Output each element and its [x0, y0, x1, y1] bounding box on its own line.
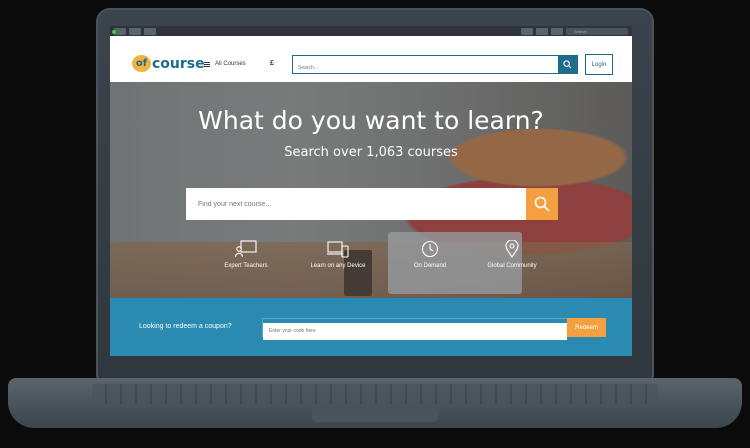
website-screen: of course All Courses £ Login What do yo…	[110, 36, 632, 356]
teacher-icon	[235, 240, 257, 258]
feature-expert-teachers: Expert Teachers	[204, 240, 288, 269]
search-icon	[563, 60, 572, 69]
hero-subtitle: Search over 1,063 courses	[284, 145, 458, 160]
lock-icon[interactable]	[536, 27, 548, 35]
feature-global-community: Global Community	[470, 240, 554, 269]
zoom-in-icon[interactable]	[129, 27, 141, 35]
logo-mark: of	[132, 55, 151, 72]
feature-list: Expert Teachers Learn on any Device On D…	[204, 240, 554, 280]
hero-search-button[interactable]	[526, 188, 558, 220]
feature-label: On Demand	[413, 263, 447, 269]
browser-toolbar: Search	[110, 26, 632, 36]
location-pin-icon	[505, 240, 519, 258]
login-button[interactable]: Login	[585, 54, 613, 75]
coupon-section: Looking to redeem a coupon? Redeem	[110, 298, 632, 356]
pen-icon[interactable]	[521, 27, 533, 35]
hero-search-box	[186, 188, 558, 220]
hero-section: What do you want to learn? Search over 1…	[110, 82, 632, 298]
hamburger-icon	[204, 61, 210, 67]
clock-icon	[421, 240, 439, 258]
devices-icon	[327, 241, 349, 258]
feature-on-demand: On Demand	[388, 240, 472, 269]
feature-any-device: Learn on any Device	[296, 240, 380, 269]
nav-search-box	[292, 55, 578, 77]
browser-search-field[interactable]: Search	[566, 27, 628, 35]
coupon-input-box	[262, 318, 568, 340]
feature-label: Learn on any Device	[310, 263, 366, 269]
settings-icon[interactable]	[551, 27, 563, 35]
logo-word: course	[152, 55, 205, 72]
feature-label: Expert Teachers	[224, 263, 268, 269]
redeem-button[interactable]: Redeem	[567, 318, 606, 337]
top-navigation: of course All Courses £ Login	[110, 50, 632, 82]
camera-indicator-icon	[112, 30, 116, 34]
coupon-label: Looking to redeem a coupon?	[139, 323, 232, 330]
hero-title: What do you want to learn?	[198, 106, 544, 135]
all-courses-menu[interactable]: All Courses	[204, 61, 246, 67]
share-icon[interactable]	[144, 27, 156, 35]
currency-selector[interactable]: £	[270, 60, 274, 67]
site-logo[interactable]: of course	[132, 55, 205, 72]
all-courses-label: All Courses	[215, 61, 246, 67]
laptop-trackpad	[312, 408, 438, 422]
laptop-keyboard	[92, 384, 658, 404]
feature-label: Global Community	[487, 263, 537, 269]
coupon-code-input[interactable]	[263, 322, 567, 340]
nav-search-button[interactable]	[558, 56, 577, 73]
course-search-input[interactable]	[186, 189, 516, 219]
nav-search-input[interactable]	[293, 59, 555, 77]
search-icon	[534, 196, 550, 212]
